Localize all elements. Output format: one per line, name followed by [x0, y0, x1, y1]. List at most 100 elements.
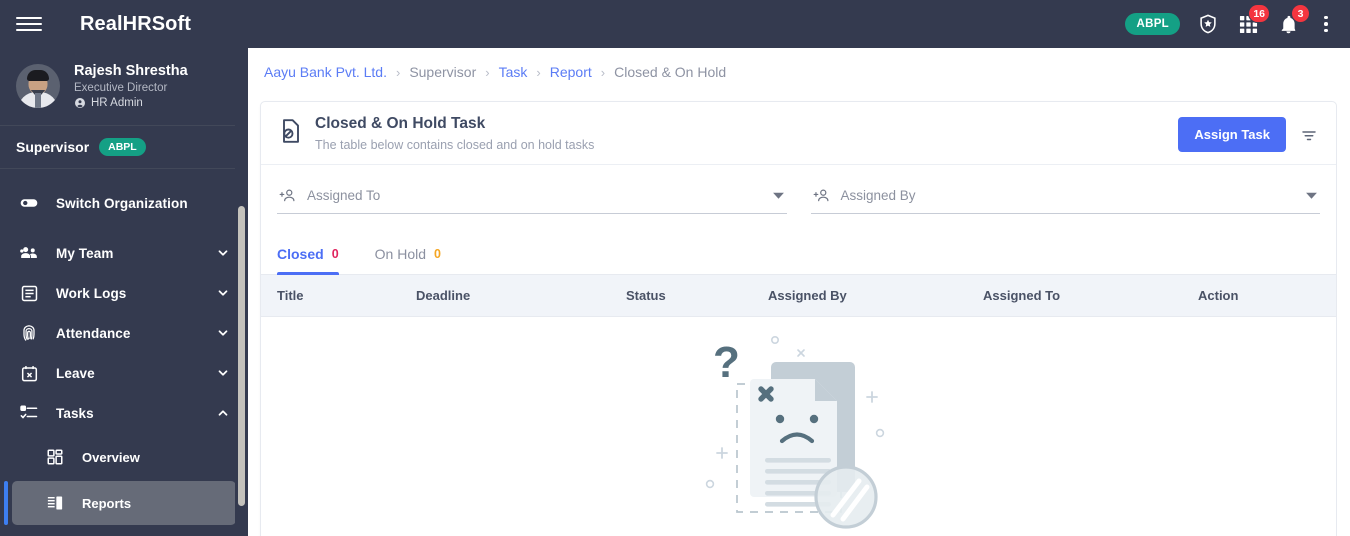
profile-name: Rajesh Shrestha: [74, 63, 188, 79]
shield-star-icon[interactable]: [1196, 12, 1220, 36]
profile-admin-label: HR Admin: [91, 97, 143, 110]
breadcrumb-item-supervisor: Supervisor: [409, 64, 477, 80]
top-navbar: RealHRSoft ABPL 16 3: [0, 0, 1350, 48]
caret-down-icon[interactable]: [1305, 189, 1318, 202]
chevron-down-icon[interactable]: [216, 286, 230, 300]
chevron-down-icon[interactable]: [216, 366, 230, 380]
sidebar: Rajesh Shrestha Executive Director HR Ad…: [0, 48, 248, 536]
assigned-by-placeholder: Assigned By: [840, 188, 916, 203]
sidebar-item-label: Attendance: [56, 325, 131, 341]
tab-on-hold-label: On Hold: [374, 246, 426, 262]
bell-badge-count: 3: [1291, 4, 1310, 23]
sidebar-item-label: My Team: [56, 245, 114, 261]
column-header-title: Title: [277, 288, 304, 303]
tab-closed-count: 0: [331, 247, 339, 261]
app-body: Rajesh Shrestha Executive Director HR Ad…: [0, 48, 1350, 536]
sidebar-subitem-overview[interactable]: Overview: [12, 435, 236, 479]
brand-logo[interactable]: RealHRSoft: [80, 13, 191, 36]
tab-closed[interactable]: Closed 0: [277, 246, 353, 275]
person-add-icon: [813, 187, 831, 204]
sidebar-profile[interactable]: Rajesh Shrestha Executive Director HR Ad…: [0, 48, 248, 127]
sidebar-item-leave[interactable]: Leave: [0, 353, 248, 393]
profile-role: Executive Director: [74, 82, 168, 95]
apps-grid-icon[interactable]: 16: [1236, 4, 1270, 36]
caret-down-icon[interactable]: [772, 189, 785, 202]
tab-on-hold-count: 0: [434, 247, 441, 261]
sidebar-subitem-reports[interactable]: Reports: [4, 481, 236, 526]
report-bars-icon: [44, 494, 66, 512]
list-document-icon: [18, 284, 40, 303]
status-tabs: Closed 0 On Hold 0: [261, 230, 1336, 275]
breadcrumb-separator: ›: [600, 64, 606, 80]
person-add-icon: [279, 187, 297, 204]
assign-task-button[interactable]: Assign Task: [1178, 117, 1286, 152]
column-header-assigned-to: Assigned To: [983, 288, 1061, 303]
sidebar-item-label: Work Logs: [56, 285, 127, 301]
sidebar-supervisor-row[interactable]: Supervisor ABPL: [0, 126, 248, 170]
breadcrumb-item-report[interactable]: Report: [550, 64, 592, 80]
user-circle-icon: [75, 98, 85, 109]
main-content: Aayu Bank Pvt. Ltd. › Supervisor › Task …: [248, 48, 1350, 536]
page-title: Closed & On Hold Task: [315, 115, 486, 132]
breadcrumb-item-organization[interactable]: Aayu Bank Pvt. Ltd.: [264, 64, 387, 80]
sidebar-subitem-label: Overview: [82, 449, 140, 465]
page-right-gutter: [1337, 48, 1350, 536]
breadcrumb-separator: ›: [395, 64, 401, 80]
chevron-up-icon[interactable]: [216, 406, 230, 420]
column-header-assigned-by: Assigned By: [768, 288, 847, 303]
calendar-x-icon: [18, 364, 40, 383]
empty-state: ?: [261, 317, 1336, 529]
app-root: RealHRSoft ABPL 16 3 Rajesh Shrestha Exe…: [0, 0, 1350, 536]
kebab-menu-icon[interactable]: [1316, 13, 1336, 35]
column-header-action: Action: [1198, 288, 1239, 303]
sidebar-item-work-logs[interactable]: Work Logs: [0, 273, 248, 313]
sidebar-item-switch-organization[interactable]: Switch Organization: [0, 183, 248, 223]
page-subtitle: The table below contains closed and on h…: [315, 137, 595, 152]
profile-admin-row: HR Admin: [74, 97, 188, 109]
breadcrumb-separator: ›: [485, 64, 490, 80]
assigned-to-placeholder: Assigned To: [307, 188, 381, 203]
supervisor-label: Supervisor: [16, 139, 90, 156]
topbar-actions: ABPL 16 3: [1125, 4, 1336, 36]
task-checklist-icon: [18, 403, 40, 423]
toggle-switch-icon: [18, 193, 40, 213]
assigned-to-select[interactable]: Assigned To: [277, 187, 787, 214]
filter-funnel-icon[interactable]: [1300, 126, 1318, 144]
supervisor-badge: ABPL: [99, 138, 146, 157]
assigned-by-select[interactable]: Assigned By: [810, 187, 1320, 214]
sidebar-subitem-label: Reports: [82, 495, 132, 511]
org-badge[interactable]: ABPL: [1125, 13, 1180, 35]
sidebar-nav: Switch Organization My Team Work Logs At…: [0, 169, 248, 526]
avatar: [16, 63, 60, 108]
closed-on-hold-card: Closed & On Hold Task The table below co…: [260, 101, 1337, 536]
chevron-down-icon[interactable]: [216, 326, 230, 340]
no-data-sad-document-icon: ?: [705, 336, 885, 529]
people-group-icon: [18, 243, 40, 263]
sidebar-item-label: Switch Organization: [56, 195, 188, 211]
hamburger-icon[interactable]: [16, 14, 42, 34]
table-header-row: Title Deadline Status Assigned By Assign…: [261, 275, 1336, 317]
column-header-status: Status: [626, 288, 666, 303]
tab-on-hold[interactable]: On Hold 0: [375, 246, 455, 274]
sidebar-item-tasks[interactable]: Tasks: [0, 393, 248, 433]
fingerprint-icon: [18, 323, 40, 343]
apps-badge-count: 16: [1248, 4, 1270, 23]
sidebar-scrollbar-thumb[interactable]: [238, 206, 245, 506]
breadcrumb-separator: ›: [536, 64, 541, 80]
document-blocked-icon: [279, 118, 303, 149]
breadcrumb-item-task[interactable]: Task: [499, 64, 528, 80]
card-header-actions: Assign Task: [1178, 115, 1318, 152]
sidebar-item-label: Leave: [56, 365, 95, 381]
sidebar-item-attendance[interactable]: Attendance: [0, 313, 248, 353]
dashboard-grid-icon: [44, 448, 66, 466]
breadcrumb: Aayu Bank Pvt. Ltd. › Supervisor › Task …: [248, 48, 1350, 96]
chevron-down-icon[interactable]: [216, 246, 230, 260]
sidebar-item-my-team[interactable]: My Team: [0, 233, 248, 273]
column-header-deadline: Deadline: [416, 288, 471, 303]
sidebar-item-label: Tasks: [56, 405, 94, 421]
tab-closed-label: Closed: [277, 246, 324, 262]
bell-icon[interactable]: 3: [1276, 4, 1310, 36]
breadcrumb-item-current: Closed & On Hold: [614, 64, 727, 80]
filter-row: Assigned To Assigned By: [261, 165, 1336, 230]
svg-text:?: ?: [713, 338, 740, 387]
